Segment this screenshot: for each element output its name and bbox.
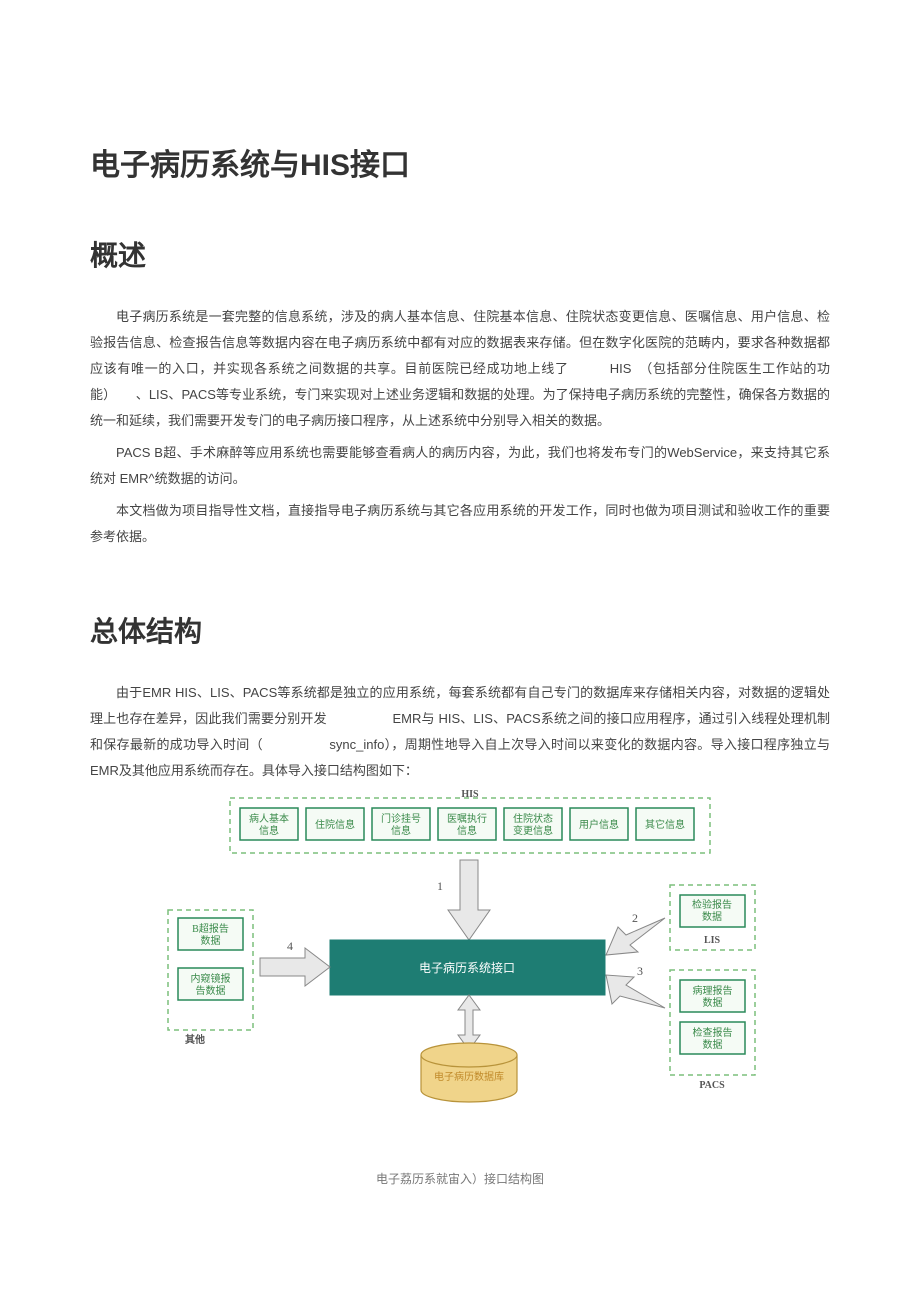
paragraph: 电子病历系统是一套完整的信息系统，涉及的病人基本信息、住院基本信息、住院状态变更… (90, 304, 830, 434)
svg-text:检验报告: 检验报告 (692, 898, 732, 911)
paragraph: 本文档做为项目指导性文档，直接指导电子病历系统与其它各应用系统的开发工作，同时也… (90, 498, 830, 550)
his-box-text: 变更信息 (513, 824, 553, 837)
his-box-text: 医嘱执行 (447, 812, 487, 825)
his-box-text: 住院信息 (315, 818, 355, 831)
pacs-box-text: 病理报告 (693, 984, 733, 997)
his-label: HIS (461, 790, 479, 800)
database-cylinder: 电子病历数据库 (421, 1043, 517, 1102)
section-heading-structure: 总体结构 (90, 610, 830, 650)
page-title: 电子病历系统与HIS接口 (90, 140, 830, 184)
other-box-text: 告数据 (196, 984, 226, 997)
lis-box: 检验报告 数据 (680, 895, 745, 927)
his-box-text: 门诊挂号 (381, 812, 421, 825)
his-box-text: 住院状态 (513, 812, 553, 825)
center-interface-label: 电子病历系统接口 (419, 960, 515, 975)
pacs-box-text: 检查报告 (693, 1026, 733, 1039)
his-box-text: 信息 (457, 824, 477, 837)
arrow-2-label: 2 (632, 911, 638, 925)
pacs-label: PACS (699, 1080, 725, 1091)
his-box-row: 病人基本信息住院信息门诊挂号信息医嘱执行信息住院状态变更信息用户信息其它信息 (240, 808, 694, 840)
his-box-text: 病人基本 (249, 812, 289, 825)
arrow-db (458, 995, 480, 1050)
arrow-1-label: 1 (437, 879, 443, 893)
diagram-caption: 电子荔历系就宙入）接口结构图 (90, 1170, 830, 1187)
pacs-box-text: 数据 (703, 1038, 723, 1051)
paragraph: 由于EMR HIS、LIS、PACS等系统都是独立的应用系统，每套系统都有自己专… (90, 680, 830, 784)
his-box-text: 其它信息 (645, 818, 685, 831)
pacs-box-col: 病理报告数据检查报告数据 (680, 980, 745, 1054)
other-box-text: 内窥镜报 (191, 972, 231, 985)
arrow-4: 4 (260, 939, 330, 986)
paragraph: PACS B超、手术麻醉等应用系统也需要能够查看病人的病历内容，为此，我们也将发… (90, 440, 830, 492)
arrow-4-label: 4 (287, 939, 293, 953)
lis-label: LIS (704, 935, 721, 946)
diagram-svg: HIS 病人基本信息住院信息门诊挂号信息医嘱执行信息住院状态变更信息用户信息其它… (160, 790, 760, 1120)
other-box-text: 数据 (201, 934, 221, 947)
database-label: 电子病历数据库 (434, 1070, 504, 1083)
svg-text:数据: 数据 (702, 910, 722, 923)
left-box-col: B超报告数据内窥镜报告数据 (178, 918, 243, 1000)
section-heading-overview: 概述 (90, 234, 830, 274)
other-label: 其他 (185, 1033, 205, 1046)
other-box-text: B超报告 (192, 922, 229, 935)
his-box-text: 信息 (259, 824, 279, 837)
his-box-text: 信息 (391, 824, 411, 837)
arrow-2: 2 (606, 911, 665, 955)
arrow-3: 3 (606, 964, 665, 1008)
arrow-1: 1 (437, 860, 490, 940)
his-box-text: 用户信息 (579, 818, 619, 831)
arrow-3-label: 3 (637, 964, 643, 978)
architecture-diagram: HIS 病人基本信息住院信息门诊挂号信息医嘱执行信息住院状态变更信息用户信息其它… (160, 790, 760, 1125)
document-page: 电子病历系统与HIS接口 概述 电子病历系统是一套完整的信息系统，涉及的病人基本… (0, 0, 920, 1303)
pacs-box-text: 数据 (703, 996, 723, 1009)
